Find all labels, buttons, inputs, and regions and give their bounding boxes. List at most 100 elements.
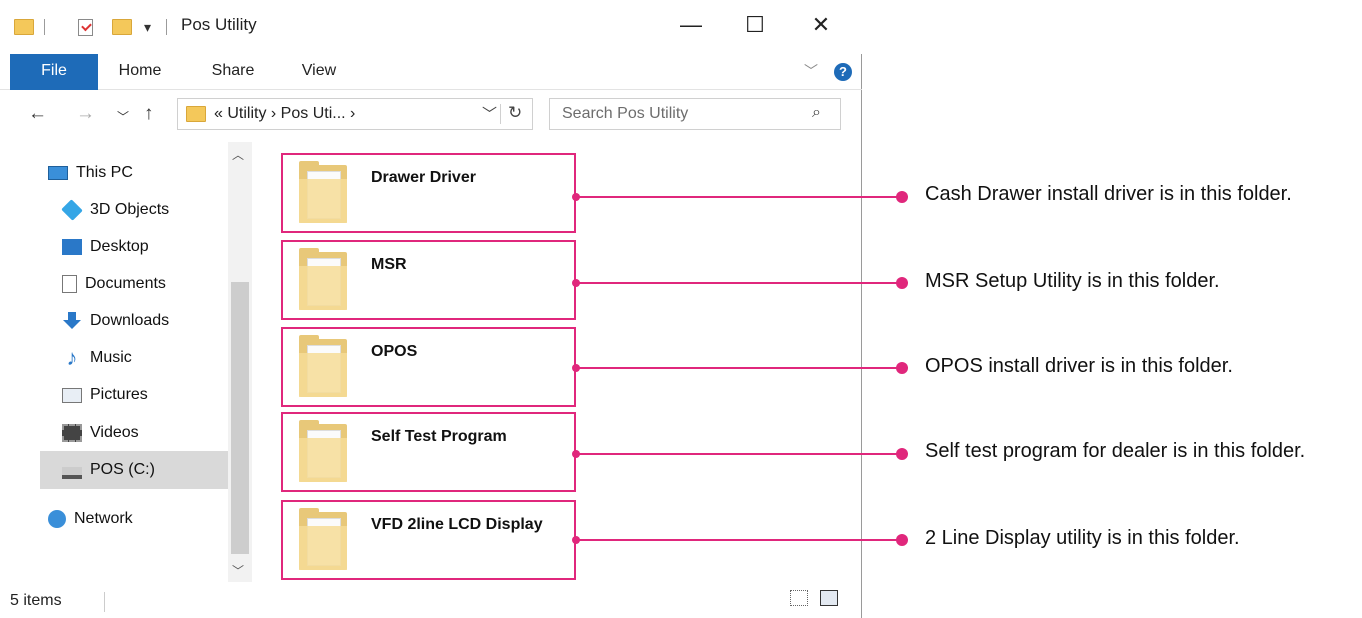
callout-dot (896, 534, 908, 546)
nav-label: Music (90, 349, 132, 366)
scroll-down-icon[interactable]: ﹀ (232, 562, 244, 579)
title-bar: ▾ Pos Utility — ☐ ✕ (0, 0, 862, 54)
folder-drawer-driver[interactable]: Drawer Driver (281, 153, 576, 233)
callout-dot (896, 362, 908, 374)
nav-item-pictures[interactable]: Pictures (62, 380, 228, 410)
callout-text: OPOS install driver is in this folder. (925, 355, 1233, 377)
callout-text: 2 Line Display utility is in this folder… (925, 527, 1240, 549)
navigation-bar: ← → ﹀ ↑ « Utility › Pos Uti... › ﹀ ↻ ⌕ (0, 90, 862, 140)
nav-label: Downloads (90, 312, 170, 329)
tab-file[interactable]: File (10, 54, 98, 90)
pictures-icon (62, 387, 82, 403)
scroll-thumb[interactable] (231, 282, 249, 554)
callout-line (576, 196, 902, 198)
nav-item-3d-objects[interactable]: 3D Objects (61, 195, 228, 225)
tab-home[interactable]: Home (110, 54, 170, 90)
nav-label: Pictures (90, 386, 148, 403)
nav-item-pos-drive[interactable]: POS (C:) (40, 451, 228, 489)
folder-vfd-2line-lcd-display[interactable]: VFD 2line LCD Display (281, 500, 576, 580)
details-view-icon[interactable] (790, 590, 808, 606)
close-button[interactable]: ✕ (806, 12, 836, 38)
refresh-icon[interactable]: ↻ (508, 103, 522, 123)
item-count: 5 items (10, 592, 62, 609)
scroll-up-icon[interactable]: ︿ (232, 146, 244, 163)
nav-label: Videos (90, 424, 139, 441)
nav-item-downloads[interactable]: Downloads (62, 306, 228, 336)
ribbon: File Home Share View ﹀ ? (0, 54, 862, 90)
help-icon[interactable]: ? (834, 63, 852, 81)
nav-label: POS (C:) (90, 461, 155, 478)
nav-item-documents[interactable]: Documents (62, 269, 228, 299)
nav-scrollbar[interactable]: ︿ ﹀ (228, 142, 252, 582)
folder-icon (299, 420, 347, 482)
nav-label: Documents (85, 275, 166, 292)
nav-item-this-pc[interactable]: This PC (48, 158, 228, 188)
nav-item-videos[interactable]: Videos (62, 418, 228, 448)
back-arrow-icon[interactable]: ← (28, 103, 47, 125)
callout-line (576, 367, 902, 369)
folder-name: OPOS (371, 343, 418, 360)
up-arrow-icon[interactable]: ↑ (144, 103, 154, 125)
quick-access-dropdown-icon[interactable]: ▾ (144, 17, 151, 37)
folder-self-test-program[interactable]: Self Test Program (281, 412, 576, 492)
navigation-pane: This PC 3D Objects Desktop Documents Dow… (0, 140, 262, 582)
folder-opos[interactable]: OPOS (281, 327, 576, 407)
callout-text: Self test program for dealer is in this … (925, 440, 1306, 462)
ribbon-expand-icon[interactable]: ﹀ (804, 61, 818, 81)
nav-item-network[interactable]: Network (48, 504, 228, 534)
folder-name: VFD 2line LCD Display (371, 516, 543, 533)
status-bar: 5 items (0, 582, 862, 618)
computer-icon (48, 166, 68, 180)
explorer-window: ▾ Pos Utility — ☐ ✕ File Home Share View… (0, 0, 862, 618)
properties-icon[interactable] (78, 17, 93, 37)
folder-msr[interactable]: MSR (281, 240, 576, 320)
folder-icon (299, 335, 347, 397)
document-icon (62, 275, 77, 293)
toolbar-divider (166, 19, 167, 35)
callout-line (576, 453, 902, 455)
folder-icon (186, 106, 206, 122)
large-icons-view-icon[interactable] (820, 590, 838, 606)
search-box[interactable]: ⌕ (549, 98, 841, 130)
nav-item-music[interactable]: ♪ Music (62, 343, 228, 373)
tab-share[interactable]: Share (202, 54, 264, 90)
network-icon (48, 510, 66, 528)
callout-text: Cash Drawer install driver is in this fo… (925, 183, 1292, 205)
status-divider (104, 592, 105, 612)
folder-name: Drawer Driver (371, 169, 476, 186)
minimize-button[interactable]: — (676, 12, 706, 38)
video-icon (62, 424, 82, 442)
callout-line (576, 282, 902, 284)
nav-label: Desktop (90, 238, 149, 255)
address-dropdown-icon[interactable]: ﹀ (482, 103, 497, 124)
address-path[interactable]: « Utility › Pos Uti... › (214, 105, 355, 123)
callout-dot (896, 277, 908, 289)
folder-icon (299, 508, 347, 570)
folder-icon (14, 17, 34, 37)
callout-text: MSR Setup Utility is in this folder. (925, 270, 1220, 292)
file-list: Drawer Driver MSR OPOS Self Test Program… (262, 140, 862, 582)
search-icon[interactable]: ⌕ (812, 104, 821, 122)
address-bar[interactable]: « Utility › Pos Uti... › ﹀ ↻ (177, 98, 533, 130)
download-icon (62, 312, 82, 330)
maximize-button[interactable]: ☐ (740, 12, 770, 38)
callout-dot (896, 448, 908, 460)
window-title: Pos Utility (181, 15, 257, 34)
search-input[interactable] (560, 104, 790, 124)
nav-label: Network (74, 510, 133, 527)
forward-arrow-icon[interactable]: → (76, 103, 95, 125)
folder-name: Self Test Program (371, 428, 507, 445)
address-divider (500, 104, 501, 124)
tab-view[interactable]: View (292, 54, 346, 90)
nav-item-desktop[interactable]: Desktop (62, 232, 228, 262)
folder-name: MSR (371, 256, 407, 273)
drive-icon (62, 467, 82, 479)
desktop-icon (62, 239, 82, 255)
nav-label: 3D Objects (90, 201, 170, 218)
new-folder-icon[interactable] (112, 17, 132, 37)
nav-label: This PC (76, 164, 133, 181)
recent-locations-chevron-icon[interactable]: ﹀ (117, 108, 129, 125)
toolbar-divider (44, 19, 45, 35)
folder-icon (299, 161, 347, 223)
callout-line (576, 539, 902, 541)
